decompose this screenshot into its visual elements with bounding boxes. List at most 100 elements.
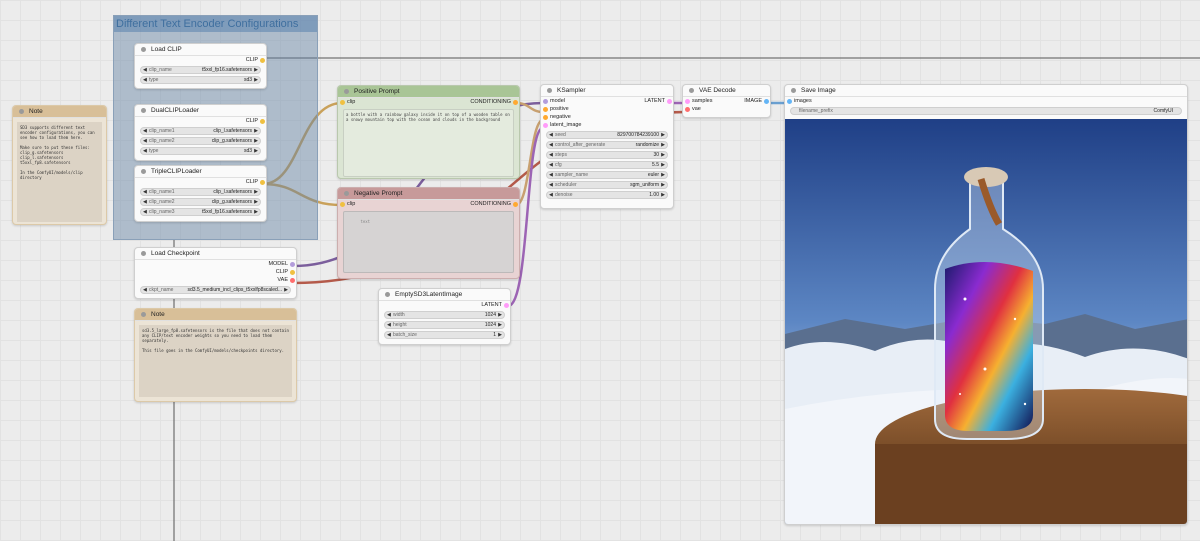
collapse-dot-icon[interactable] <box>19 109 24 114</box>
positive-prompt-node[interactable]: Positive Prompt clip CONDITIONING a bott… <box>337 85 520 179</box>
arrow-left-icon[interactable]: ◀ <box>549 182 553 188</box>
node-header[interactable]: KSampler <box>541 85 673 97</box>
arrow-right-icon[interactable]: ▶ <box>254 128 258 134</box>
load-clip-node[interactable]: Load CLIP CLIP ◀ clip_name t5xxl_fp16.sa… <box>134 43 267 89</box>
arrow-left-icon[interactable]: ◀ <box>549 172 553 178</box>
combo-ckpt-name[interactable]: ◀ ckpt_name sd3.5_medium_incl_clips_t5xx… <box>140 286 291 294</box>
output-slot-latent[interactable]: LATENT <box>379 301 510 309</box>
port-image-icon[interactable] <box>787 98 792 104</box>
arrow-right-icon[interactable]: ▶ <box>284 287 288 293</box>
port-vae-icon[interactable] <box>290 277 295 283</box>
arrow-right-icon[interactable]: ▶ <box>661 152 665 158</box>
port-conditioning-icon[interactable] <box>513 99 518 105</box>
output-slot-image[interactable]: IMAGE <box>744 97 762 105</box>
collapse-dot-icon[interactable] <box>141 108 146 113</box>
combo-sampler-name[interactable]: ◀ sampler_name euler ▶ <box>546 171 668 179</box>
input-slot-images[interactable]: images <box>785 97 1187 105</box>
note-text[interactable]: sd3.5_large_fp8.safetensors is the file … <box>139 325 292 397</box>
node-header[interactable]: Note <box>135 309 296 321</box>
arrow-right-icon[interactable]: ▶ <box>254 77 258 83</box>
text-filename-prefix[interactable]: filename_prefix ComfyUI <box>790 107 1182 115</box>
port-conditioning-icon[interactable] <box>513 201 518 207</box>
collapse-dot-icon[interactable] <box>547 88 552 93</box>
arrow-right-icon[interactable]: ▶ <box>254 199 258 205</box>
arrow-right-icon[interactable]: ▶ <box>661 182 665 188</box>
port-image-icon[interactable] <box>764 98 769 104</box>
input-slot-model[interactable]: model <box>550 97 565 105</box>
arrow-left-icon[interactable]: ◀ <box>387 332 391 338</box>
port-clip-icon[interactable] <box>260 57 265 63</box>
combo-clip-name3[interactable]: ◀ clip_name3 t5xxl_fp16.safetensors ▶ <box>140 208 261 216</box>
number-batch-size[interactable]: ◀ batch_size 1 ▶ <box>384 331 505 339</box>
arrow-left-icon[interactable]: ◀ <box>387 312 391 318</box>
port-clip-icon[interactable] <box>340 99 345 105</box>
arrow-left-icon[interactable]: ◀ <box>549 152 553 158</box>
note-text[interactable]: SD3 supports different text encoder conf… <box>17 122 102 222</box>
load-checkpoint-node[interactable]: Load Checkpoint MODEL CLIP VAE ◀ ckpt_na… <box>134 247 297 299</box>
combo-clip-name[interactable]: ◀ clip_name t5xxl_fp16.safetensors ▶ <box>140 66 261 74</box>
arrow-left-icon[interactable]: ◀ <box>143 138 147 144</box>
output-slot-clip[interactable]: CLIP <box>135 268 296 276</box>
arrow-right-icon[interactable]: ▶ <box>254 138 258 144</box>
arrow-right-icon[interactable]: ▶ <box>661 162 665 168</box>
node-header[interactable]: VAE Decode <box>683 85 770 97</box>
arrow-left-icon[interactable]: ◀ <box>549 162 553 168</box>
combo-type[interactable]: ◀ type sd3 ▶ <box>140 76 261 84</box>
dual-clip-loader-node[interactable]: DualCLIPLoader CLIP ◀ clip_name1 clip_l.… <box>134 104 267 161</box>
output-slot-clip[interactable]: CLIP <box>135 178 266 186</box>
arrow-right-icon[interactable]: ▶ <box>661 172 665 178</box>
arrow-left-icon[interactable]: ◀ <box>143 209 147 215</box>
combo-clip-name1[interactable]: ◀ clip_name1 clip_l.safetensors ▶ <box>140 188 261 196</box>
port-clip-icon[interactable] <box>290 269 295 275</box>
port-conditioning-icon[interactable] <box>543 106 548 112</box>
ksampler-node[interactable]: KSampler model LATENT positive negative … <box>540 84 674 209</box>
arrow-left-icon[interactable]: ◀ <box>143 67 147 73</box>
port-latent-icon[interactable] <box>667 98 672 104</box>
arrow-right-icon[interactable]: ▶ <box>498 322 502 328</box>
collapse-dot-icon[interactable] <box>689 88 694 93</box>
arrow-left-icon[interactable]: ◀ <box>549 142 553 148</box>
node-graph-canvas[interactable]: Different Text Encoder Configurations No… <box>0 0 1200 541</box>
combo-clip-name1[interactable]: ◀ clip_name1 clip_l.safetensors ▶ <box>140 127 261 135</box>
arrow-right-icon[interactable]: ▶ <box>498 312 502 318</box>
collapse-dot-icon[interactable] <box>141 251 146 256</box>
number-seed[interactable]: ◀ seed 829700784239100 ▶ <box>546 131 668 139</box>
arrow-left-icon[interactable]: ◀ <box>143 128 147 134</box>
arrow-left-icon[interactable]: ◀ <box>143 77 147 83</box>
combo-scheduler[interactable]: ◀ scheduler sgm_uniform ▶ <box>546 181 668 189</box>
vae-decode-node[interactable]: VAE Decode samples IMAGE vae <box>682 84 771 118</box>
collapse-dot-icon[interactable] <box>791 88 796 93</box>
arrow-right-icon[interactable]: ▶ <box>661 132 665 138</box>
output-slot-clip[interactable]: CLIP <box>135 117 266 125</box>
collapse-dot-icon[interactable] <box>344 191 349 196</box>
collapse-dot-icon[interactable] <box>344 89 349 94</box>
port-model-icon[interactable] <box>290 261 295 267</box>
port-clip-icon[interactable] <box>260 179 265 185</box>
combo-clip-name2[interactable]: ◀ clip_name2 clip_g.safetensors ▶ <box>140 137 261 145</box>
port-latent-icon[interactable] <box>504 302 509 308</box>
arrow-left-icon[interactable]: ◀ <box>549 192 553 198</box>
number-steps[interactable]: ◀ steps 30 ▶ <box>546 151 668 159</box>
node-header[interactable]: EmptySD3LatentImage <box>379 289 510 301</box>
output-slot-latent[interactable]: LATENT <box>644 97 665 105</box>
output-image-preview[interactable] <box>785 119 1187 524</box>
input-slot-negative[interactable]: negative <box>541 113 673 121</box>
empty-latent-image-node[interactable]: EmptySD3LatentImage LATENT ◀ width 1024 … <box>378 288 511 345</box>
prompt-textarea[interactable]: a bottle with a rainbow galaxy inside it… <box>343 109 514 177</box>
input-slot-vae[interactable]: vae <box>683 105 770 113</box>
arrow-left-icon[interactable]: ◀ <box>387 322 391 328</box>
node-header[interactable]: TripleCLIPLoader <box>135 166 266 178</box>
output-slot-conditioning[interactable]: CONDITIONING <box>470 98 511 106</box>
collapse-dot-icon[interactable] <box>141 169 146 174</box>
node-header[interactable]: Positive Prompt <box>338 86 519 98</box>
input-slot-positive[interactable]: positive <box>541 105 673 113</box>
arrow-right-icon[interactable]: ▶ <box>661 142 665 148</box>
output-slot-conditioning[interactable]: CONDITIONING <box>470 200 511 208</box>
number-height[interactable]: ◀ height 1024 ▶ <box>384 321 505 329</box>
node-header[interactable]: Load Checkpoint <box>135 248 296 260</box>
arrow-right-icon[interactable]: ▶ <box>254 67 258 73</box>
node-header[interactable]: Save Image <box>785 85 1187 97</box>
input-slot-clip[interactable]: clip <box>347 200 355 208</box>
port-conditioning-icon[interactable] <box>543 114 548 120</box>
port-clip-icon[interactable] <box>340 201 345 207</box>
